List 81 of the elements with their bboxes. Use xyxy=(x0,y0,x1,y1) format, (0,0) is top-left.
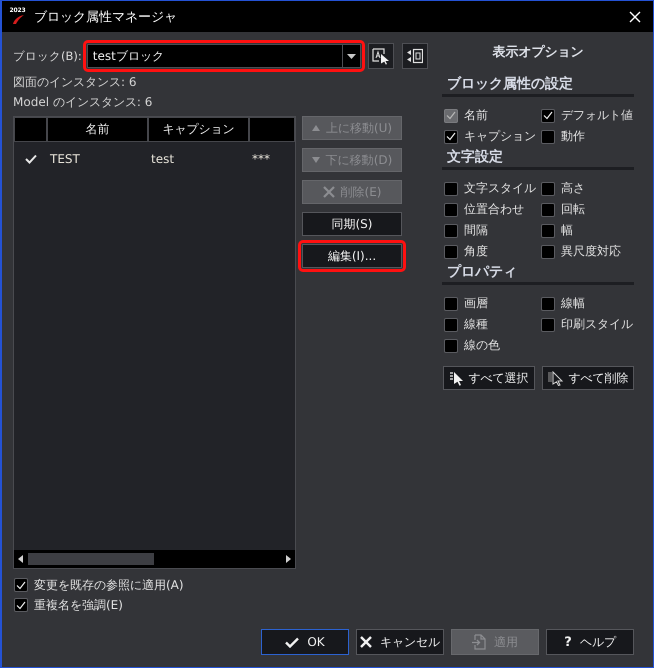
checkbox-label: 回転 xyxy=(561,201,585,218)
checkbox-label: 重複名を強調(E) xyxy=(34,596,123,614)
pick-object-button[interactable] xyxy=(368,43,394,69)
down-triangle-icon xyxy=(312,157,320,163)
checkbox[interactable] xyxy=(14,598,28,612)
scroll-left-icon[interactable] xyxy=(18,555,23,563)
arrow-rectangle-icon xyxy=(407,48,423,64)
dialog-button[interactable]: OK xyxy=(261,629,349,655)
caret-icon xyxy=(347,54,356,58)
checkbox-label: 線種 xyxy=(464,316,488,333)
checkbox[interactable] xyxy=(444,244,458,258)
dialog-button[interactable]: ? ヘルプ xyxy=(546,629,634,655)
checkbox[interactable] xyxy=(444,338,458,352)
checkbox[interactable] xyxy=(541,224,555,238)
checkbox[interactable] xyxy=(444,224,458,238)
horizontal-scrollbar[interactable] xyxy=(14,550,295,568)
help-icon: ? xyxy=(564,634,572,650)
checkbox-label: キャプション xyxy=(464,128,536,145)
insert-block-button[interactable] xyxy=(402,43,428,69)
checkbox-label: 高さ xyxy=(561,180,585,197)
close-icon[interactable] xyxy=(629,10,641,22)
dialog-button[interactable]: キャンセル xyxy=(356,629,444,655)
checkbox-label: 動作 xyxy=(561,128,585,145)
section-header: 文字設定 xyxy=(442,147,634,170)
check-icon xyxy=(285,636,300,648)
table-cell: test xyxy=(151,152,174,166)
checkbox-label: 画層 xyxy=(464,295,488,312)
header-cell xyxy=(250,118,294,141)
checkbox-label: 変更を既存の参照に適用(A) xyxy=(34,576,184,594)
checkbox[interactable] xyxy=(541,182,555,196)
checkbox[interactable] xyxy=(541,130,555,144)
field-label: ブロック(B): xyxy=(13,48,82,64)
document-arrow-icon xyxy=(472,634,486,650)
scrollbar-thumb[interactable] xyxy=(28,553,154,565)
checkbox-label: 異尺度対応 xyxy=(561,243,621,260)
checkbox[interactable] xyxy=(541,296,555,310)
table-cell: TEST xyxy=(50,152,80,166)
column-header[interactable]: キャプション xyxy=(149,118,248,141)
column-header[interactable]: 名前 xyxy=(48,118,147,141)
pointer-outline-icon xyxy=(548,370,564,386)
instance-count-text: Model のインスタンス: 6 xyxy=(13,94,154,111)
checkbox[interactable] xyxy=(444,202,458,216)
header-cell xyxy=(15,118,46,141)
close-icon xyxy=(360,636,372,648)
panel-button[interactable]: すべて削除 xyxy=(542,366,634,390)
frame-cursor-icon xyxy=(372,48,390,64)
checkbox-label: 幅 xyxy=(561,222,573,239)
checkbox[interactable] xyxy=(444,296,458,310)
checkbox[interactable] xyxy=(444,130,458,144)
action-button[interactable]: 編集(I)... xyxy=(302,244,402,268)
section-header: ブロック属性の設定 xyxy=(442,74,634,97)
checkbox[interactable] xyxy=(541,244,555,258)
panel-button[interactable]: すべて選択 xyxy=(443,366,535,390)
checkbox[interactable] xyxy=(14,578,28,592)
checkbox-label: 角度 xyxy=(464,243,488,260)
section-header: プロパティ xyxy=(442,262,634,285)
pointer-icon xyxy=(450,370,464,386)
checkbox-label: 印刷スタイル xyxy=(561,316,633,333)
action-button[interactable]: 同期(S) xyxy=(302,212,402,236)
checkbox[interactable] xyxy=(444,318,458,332)
delete-icon xyxy=(322,186,335,198)
scroll-right-icon[interactable] xyxy=(286,555,291,563)
checkbox-label: 文字スタイル xyxy=(464,180,536,197)
checkbox-label: 位置合わせ xyxy=(464,201,524,218)
checkbox[interactable] xyxy=(541,202,555,216)
table-cell: *** xyxy=(252,152,270,166)
checkbox-label: 線幅 xyxy=(561,295,585,312)
panel-title: 表示オプション xyxy=(492,44,584,62)
checkbox[interactable] xyxy=(541,318,555,332)
checkbox-label: デフォルト値 xyxy=(561,107,633,124)
checkbox-label: 間隔 xyxy=(464,222,488,239)
window-title: ブロック属性マネージャ xyxy=(34,8,178,26)
up-triangle-icon xyxy=(312,125,320,131)
checkbox-label: 名前 xyxy=(464,107,488,124)
checkbox[interactable] xyxy=(444,182,458,196)
checkbox[interactable] xyxy=(541,108,555,122)
block-dropdown[interactable]: testブロック xyxy=(86,44,361,68)
swoosh-icon xyxy=(12,14,24,24)
instance-count-text: 図面のインスタンス: 6 xyxy=(13,74,138,91)
checkbox-label: 線の色 xyxy=(464,337,500,354)
dropdown-value: testブロック xyxy=(92,48,165,64)
